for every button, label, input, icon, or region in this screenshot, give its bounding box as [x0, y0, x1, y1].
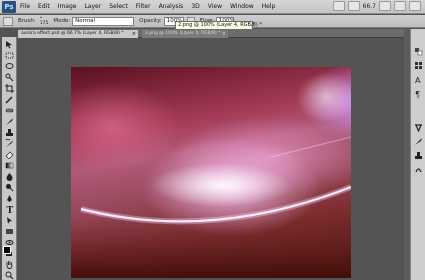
zoom-readout[interactable]: 66.7: [363, 3, 376, 10]
history-brush-icon[interactable]: [5, 139, 14, 148]
eraser-icon[interactable]: [5, 150, 14, 159]
document-canvas[interactable]: [71, 67, 351, 278]
tools-panel: T: [2, 37, 17, 280]
zoom-icon[interactable]: [5, 271, 14, 280]
tab-aurora-effect[interactable]: aurora effect.psd @ 66.7% (Layer 4, RGB/…: [18, 30, 138, 38]
bridge-icon[interactable]: [332, 1, 345, 11]
tab-label: aurora effect.psd @ 66.7% (Layer 4, RGB/…: [21, 31, 124, 36]
close-icon[interactable]: ×: [132, 30, 136, 38]
foreground-color-swatch[interactable]: [3, 246, 11, 254]
svg-text:T: T: [7, 206, 14, 214]
menu-layer[interactable]: Layer: [84, 3, 101, 10]
adjustments-icon[interactable]: ¶: [414, 83, 423, 99]
crop-icon[interactable]: [5, 84, 14, 93]
styles-icon[interactable]: A: [414, 69, 423, 85]
menu-window[interactable]: Window: [230, 3, 254, 10]
hand-tool-icon[interactable]: [379, 1, 391, 11]
path-select-icon[interactable]: [5, 216, 14, 225]
brush-picker[interactable]: • 175: [38, 16, 49, 26]
mode-select[interactable]: Normal: [72, 16, 135, 26]
move-icon[interactable]: [5, 40, 14, 49]
color-panel-icon[interactable]: [414, 41, 423, 56]
zoom-tool-icon[interactable]: [394, 1, 406, 11]
app-logo: Ps: [2, 0, 16, 13]
menu-edit[interactable]: Edit: [38, 3, 50, 10]
dodge-icon[interactable]: [5, 183, 14, 192]
brush-icon[interactable]: [5, 117, 14, 126]
minibridge-icon[interactable]: [347, 1, 360, 11]
layers-icon[interactable]: [414, 131, 423, 145]
pen-icon[interactable]: [5, 194, 14, 203]
quick-select-icon[interactable]: [5, 73, 14, 82]
blur-icon[interactable]: [5, 172, 14, 181]
menu-select[interactable]: Select: [109, 3, 128, 10]
tab-label: 2.png @ 100% (Layer 4, RGB/8) *: [145, 31, 221, 36]
tab-2-png[interactable]: 2.png @ 100% (Layer 4, RGB/8) * ×: [142, 30, 228, 38]
marquee-icon[interactable]: [5, 51, 14, 60]
aurora-image: [71, 72, 351, 278]
brush-size: 175: [39, 21, 49, 26]
menu-bar: Ps File Edit Image Layer Select Filter A…: [0, 0, 425, 14]
menu-analysis[interactable]: Analysis: [159, 3, 184, 10]
stamp-icon[interactable]: [5, 128, 14, 137]
menu-filter[interactable]: Filter: [136, 3, 151, 10]
swatches-icon[interactable]: [414, 55, 423, 69]
close-icon[interactable]: ×: [222, 30, 226, 38]
paths-icon[interactable]: [414, 159, 423, 173]
brush-label: Brush:: [18, 18, 36, 24]
masks-icon[interactable]: [414, 117, 423, 133]
lasso-icon[interactable]: [5, 62, 14, 71]
mode-label: Mode:: [53, 18, 71, 24]
hand-icon[interactable]: [5, 260, 14, 269]
shape-icon[interactable]: [5, 227, 14, 236]
mode-value: Normal: [75, 17, 96, 24]
tool-preset-icon[interactable]: [3, 16, 13, 26]
menu-3d[interactable]: 3D: [191, 3, 199, 10]
channels-icon[interactable]: [414, 145, 423, 159]
gradient-icon[interactable]: [5, 161, 14, 170]
menu-help[interactable]: Help: [262, 3, 276, 10]
healing-icon[interactable]: [5, 106, 14, 115]
panel-dock: A ¶: [410, 29, 425, 280]
type-icon[interactable]: T: [5, 205, 14, 214]
photoshop-window: Ps File Edit Image Layer Select Filter A…: [0, 0, 425, 280]
document-tab-bar: aurora effect.psd @ 66.7% (Layer 4, RGB/…: [18, 29, 405, 38]
opacity-label: Opacity:: [139, 18, 162, 24]
arrange-documents-icon[interactable]: [409, 1, 421, 11]
menu-image[interactable]: Image: [58, 3, 77, 10]
menu-right-controls: 66.7: [332, 1, 421, 11]
svg-text:¶: ¶: [415, 90, 420, 98]
menu-view[interactable]: View: [208, 3, 222, 10]
menu-file[interactable]: File: [20, 3, 30, 10]
eyedropper-icon[interactable]: [5, 95, 14, 104]
